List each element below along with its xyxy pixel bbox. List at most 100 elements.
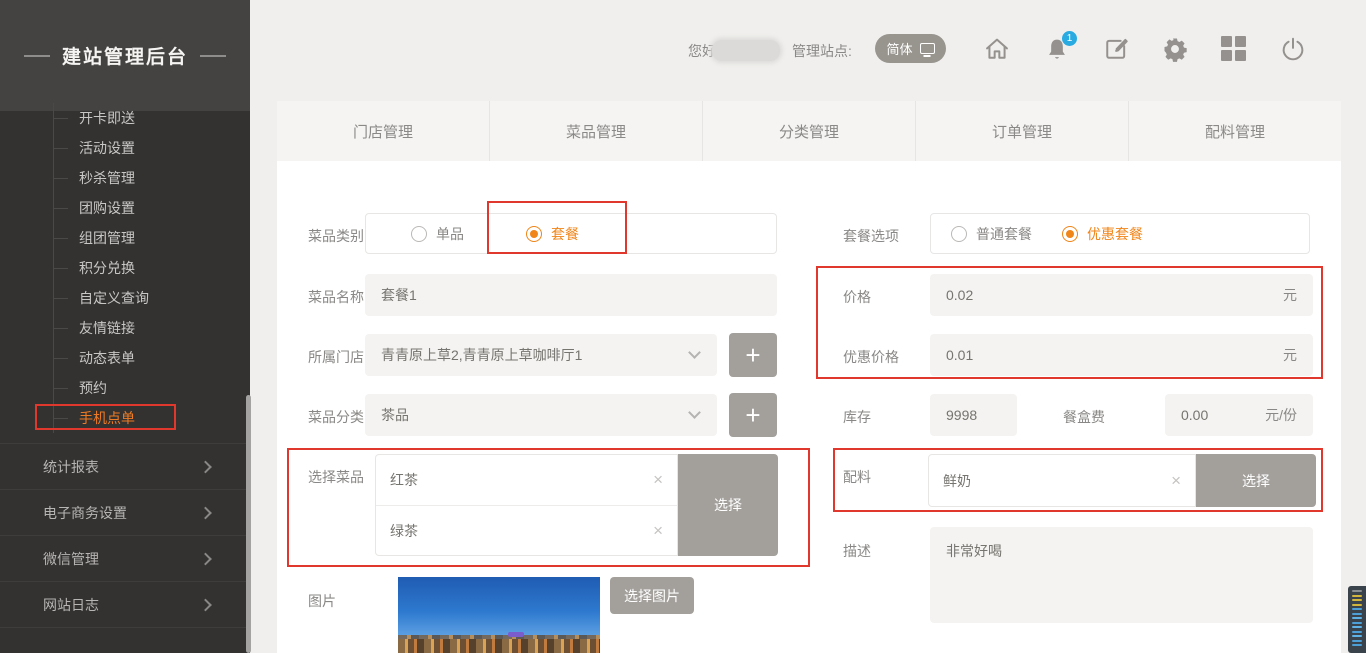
radio-single-dish[interactable]: 单品 bbox=[411, 224, 464, 244]
top-header: 您好 管理站点: 简体 1 bbox=[250, 0, 1366, 101]
minimap-stripe bbox=[1352, 604, 1362, 606]
discount-price-input[interactable]: 0.01 元 bbox=[930, 334, 1313, 376]
chosen-dish-row: 绿茶 × bbox=[376, 505, 677, 555]
chevron-right-icon bbox=[199, 598, 212, 611]
minimap-stripe bbox=[1352, 640, 1362, 642]
dish-category-select[interactable]: 茶品 bbox=[365, 394, 717, 436]
description-textarea[interactable]: 非常好喝 bbox=[930, 527, 1313, 623]
sidebar-item-points[interactable]: 积分兑换 bbox=[54, 253, 243, 283]
sidebar-item-links[interactable]: 友情链接 bbox=[54, 313, 243, 343]
ingredient-box: 鲜奶 × bbox=[928, 454, 1196, 507]
main-panel: 门店管理 菜品管理 分类管理 订单管理 配料管理 菜品类别 单品 套餐 菜品名称… bbox=[277, 101, 1341, 653]
minimap-stripe bbox=[1352, 608, 1362, 610]
sidebar-item-activity[interactable]: 活动设置 bbox=[54, 133, 243, 163]
tab-store-management[interactable]: 门店管理 bbox=[277, 101, 489, 161]
minimap-stripe bbox=[1352, 617, 1362, 619]
dish-type-radio-group: 单品 套餐 bbox=[365, 213, 777, 254]
radio-discount-combo[interactable]: 优惠套餐 bbox=[1062, 224, 1143, 244]
sidebar-item-booking[interactable]: 预约 bbox=[54, 373, 243, 403]
tab-category-management[interactable]: 分类管理 bbox=[702, 101, 915, 161]
ingredient-label: 配料 bbox=[843, 467, 871, 487]
minimap-stripe bbox=[1352, 590, 1362, 592]
choose-dishes-label: 选择菜品 bbox=[308, 467, 364, 487]
city-skyline bbox=[398, 639, 600, 653]
purple-lit-building bbox=[508, 632, 524, 637]
radio-label: 普通套餐 bbox=[976, 224, 1032, 244]
dish-type-label: 菜品类别 bbox=[308, 226, 364, 246]
group-label: 网站日志 bbox=[43, 595, 99, 615]
sidebar-group-stats[interactable]: 统计报表 bbox=[0, 443, 250, 489]
combo-option-label: 套餐选项 bbox=[843, 226, 899, 246]
price-label: 价格 bbox=[843, 287, 871, 307]
minimap-stripe bbox=[1352, 631, 1362, 633]
image-label: 图片 bbox=[308, 591, 336, 611]
edit-icon[interactable] bbox=[1102, 35, 1130, 63]
dish-item-label: 绿茶 bbox=[390, 521, 418, 541]
sidebar-item-groups[interactable]: 组团管理 bbox=[54, 223, 243, 253]
store-select[interactable]: 青青原上草2,青青原上草咖啡厅1 bbox=[365, 334, 717, 376]
stock-input[interactable]: 9998 bbox=[930, 394, 1017, 436]
radio-normal-combo[interactable]: 普通套餐 bbox=[951, 224, 1032, 244]
sidebar-group-sitelog[interactable]: 网站日志 bbox=[0, 581, 250, 627]
sidebar-item-seckill[interactable]: 秒杀管理 bbox=[54, 163, 243, 193]
tab-bar: 门店管理 菜品管理 分类管理 订单管理 配料管理 bbox=[277, 101, 1341, 161]
radio-combo-dish[interactable]: 套餐 bbox=[526, 224, 579, 244]
sidebar-item-dynamic-form[interactable]: 动态表单 bbox=[54, 343, 243, 373]
power-icon[interactable] bbox=[1279, 35, 1307, 63]
dish-image-thumbnail bbox=[398, 577, 600, 653]
group-label: 统计报表 bbox=[43, 457, 99, 477]
dish-category-value: 茶品 bbox=[381, 405, 409, 425]
tab-ingredient-management[interactable]: 配料管理 bbox=[1128, 101, 1341, 161]
username-redacted bbox=[712, 40, 780, 61]
box-fee-input[interactable]: 0.00 元/份 bbox=[1165, 394, 1313, 436]
language-label: 简体 bbox=[886, 39, 912, 58]
app-logo: 建站管理后台 bbox=[0, 0, 250, 111]
add-store-button[interactable]: + bbox=[729, 333, 777, 377]
apps-grid-icon[interactable] bbox=[1220, 35, 1248, 63]
remove-dish-icon[interactable]: × bbox=[653, 470, 663, 490]
radio-circle-icon bbox=[951, 226, 967, 242]
chosen-dish-row: 红茶 × bbox=[376, 455, 677, 505]
select-ingredient-button[interactable]: 选择 bbox=[1196, 454, 1316, 507]
sidebar-scrollbar[interactable] bbox=[246, 395, 251, 653]
sidebar-item-groupbuy[interactable]: 团购设置 bbox=[54, 193, 243, 223]
language-site-button[interactable]: 简体 bbox=[875, 34, 946, 63]
group-label: 电子商务设置 bbox=[43, 503, 127, 523]
home-icon[interactable] bbox=[983, 35, 1011, 63]
minimap-stripe bbox=[1352, 599, 1362, 601]
minimap-stripe bbox=[1352, 635, 1362, 637]
logo-dash bbox=[200, 55, 226, 57]
radio-label: 套餐 bbox=[551, 224, 579, 244]
sidebar-group-wechat[interactable]: 微信管理 bbox=[0, 535, 250, 581]
sidebar-item-mobile-order[interactable]: 手机点单 bbox=[54, 403, 243, 433]
grid-square bbox=[1235, 36, 1246, 47]
remove-ingredient-icon[interactable]: × bbox=[1171, 471, 1181, 491]
description-value: 非常好喝 bbox=[946, 543, 1002, 559]
group-label: 微信管理 bbox=[43, 549, 99, 569]
box-fee-value: 0.00 bbox=[1181, 407, 1208, 423]
sidebar-item-custom-query[interactable]: 自定义查询 bbox=[54, 283, 243, 313]
gear-icon[interactable] bbox=[1161, 35, 1189, 63]
discount-price-label: 优惠价格 bbox=[843, 347, 899, 367]
store-value: 青青原上草2,青青原上草咖啡厅1 bbox=[381, 345, 582, 365]
tab-order-management[interactable]: 订单管理 bbox=[915, 101, 1128, 161]
select-dishes-button[interactable]: 选择 bbox=[678, 454, 778, 556]
sidebar-item-card-gift[interactable]: 开卡即送 bbox=[54, 103, 243, 133]
price-input[interactable]: 0.02 元 bbox=[930, 274, 1313, 316]
grid-square bbox=[1221, 36, 1232, 47]
dish-name-input[interactable]: 套餐1 bbox=[365, 274, 777, 316]
box-fee-unit: 元/份 bbox=[1265, 405, 1297, 425]
radio-circle-icon bbox=[1062, 226, 1078, 242]
tab-dish-management[interactable]: 菜品管理 bbox=[489, 101, 702, 161]
minimap-widget[interactable] bbox=[1348, 586, 1366, 653]
radio-circle-icon bbox=[411, 226, 427, 242]
minimap-stripe bbox=[1352, 644, 1362, 646]
bell-icon[interactable]: 1 bbox=[1043, 35, 1071, 63]
sidebar-group-ecommerce[interactable]: 电子商务设置 bbox=[0, 489, 250, 535]
box-fee-label: 餐盒费 bbox=[1063, 407, 1105, 427]
remove-dish-icon[interactable]: × bbox=[653, 521, 663, 541]
stock-label: 库存 bbox=[843, 407, 871, 427]
choose-image-button[interactable]: 选择图片 bbox=[610, 577, 694, 614]
add-dish-category-button[interactable]: + bbox=[729, 393, 777, 437]
chevron-right-icon bbox=[199, 506, 212, 519]
